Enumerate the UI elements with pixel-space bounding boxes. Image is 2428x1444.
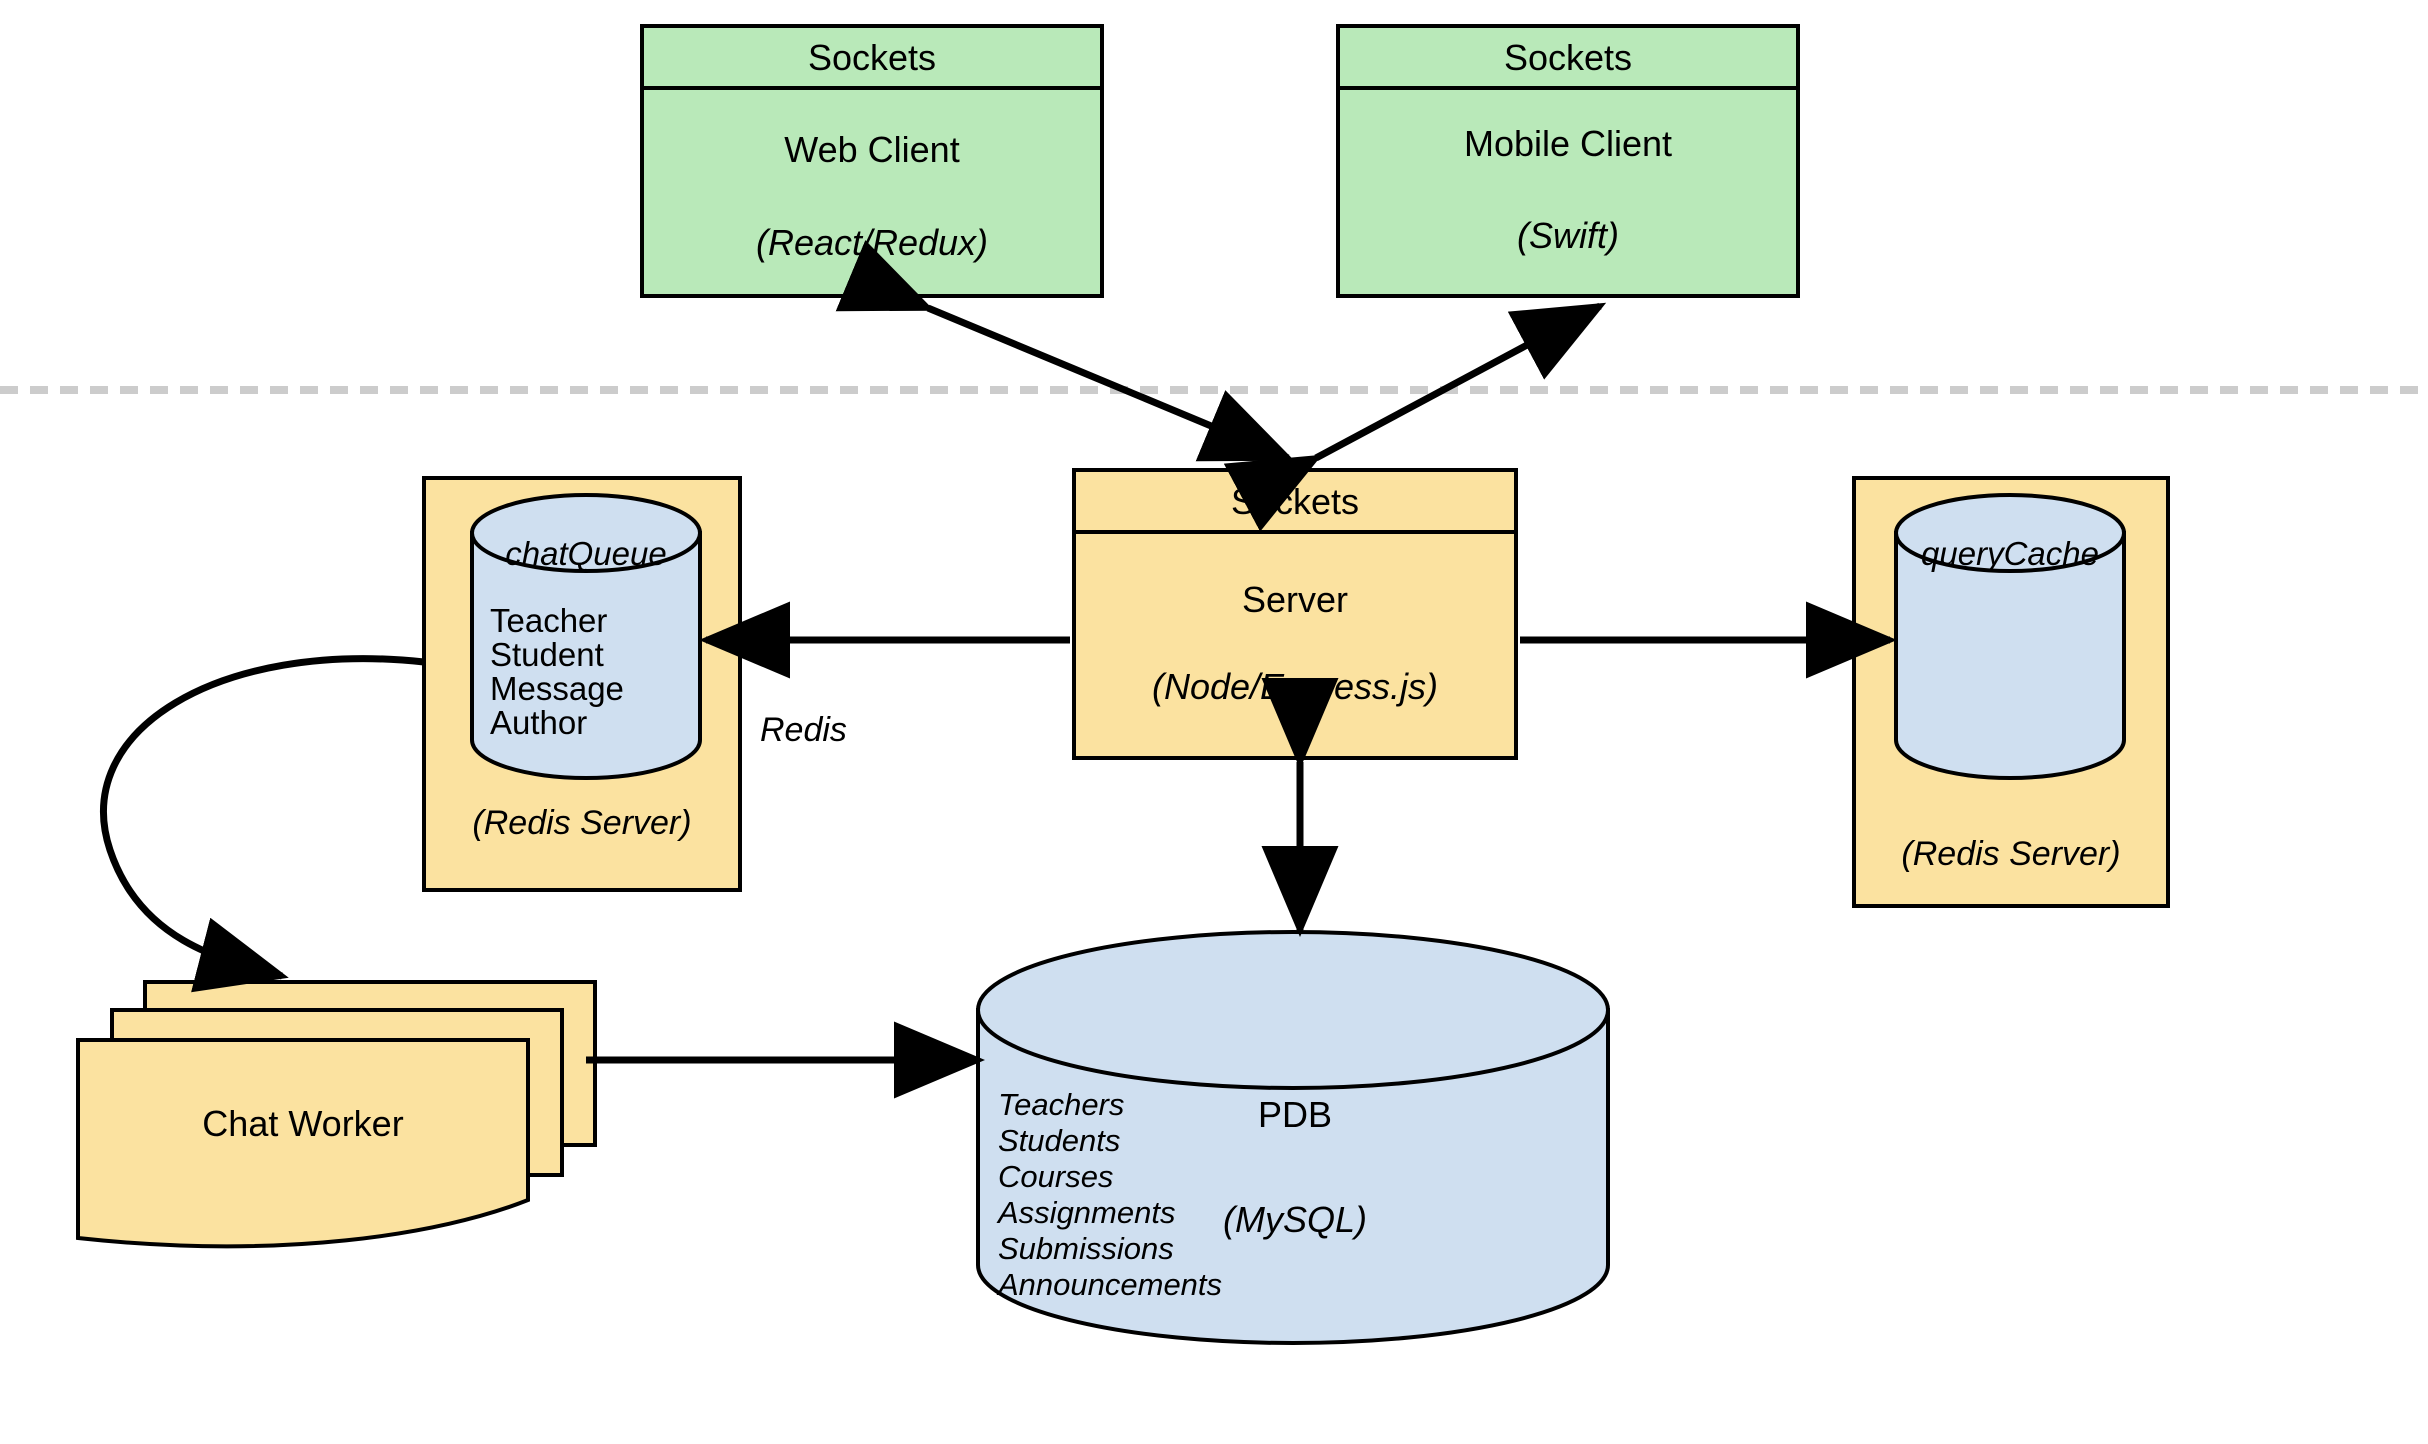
chat-queue-field-student: Student	[490, 636, 604, 673]
server-header: Sockets	[1230, 481, 1360, 522]
pdb-table-submissions: Submissions	[998, 1231, 1174, 1266]
chat-queue-caption: (Redis Server)	[472, 804, 692, 842]
chat-queue-label: chatQueue	[505, 535, 667, 572]
pdb-table-courses: Courses	[998, 1159, 1114, 1194]
server-subtitle: (Node/Express.js)	[1151, 666, 1439, 707]
mobile-client-subtitle: (Swift)	[1517, 215, 1619, 256]
pdb-table-announcements: Announcements	[998, 1267, 1223, 1302]
chat-queue-field-teacher: Teacher	[490, 602, 608, 639]
edge-chatqueue-chatworker	[100, 655, 425, 993]
server-title: Server	[1241, 579, 1349, 620]
pdb-table-teachers: Teachers	[998, 1087, 1125, 1122]
query-cache-caption: (Redis Server)	[1901, 835, 2121, 873]
edge-webclient-server	[835, 240, 1295, 462]
web-client-header: Sockets	[807, 37, 937, 78]
architecture-diagram: Sockets Web Client (React/Redux) Sockets…	[0, 0, 2428, 1444]
edge-mobileclient-server	[1223, 302, 1607, 532]
mobile-client-header: Sockets	[1503, 37, 1633, 78]
pdb-table-students: Students	[998, 1123, 1121, 1158]
mobile-client-title: Mobile Client	[1463, 123, 1673, 164]
web-client-subtitle: (React/Redux)	[755, 222, 989, 263]
chat-worker-title: Chat Worker	[202, 1103, 404, 1144]
web-client-title: Web Client	[784, 129, 960, 170]
query-cache-label: queryCache	[1921, 535, 2099, 572]
pdb-table-assignments: Assignments	[998, 1195, 1176, 1230]
chat-queue-field-message: Message	[490, 670, 624, 707]
chat-queue-field-author: Author	[490, 704, 588, 741]
edge-label-redis: Redis	[760, 711, 847, 749]
